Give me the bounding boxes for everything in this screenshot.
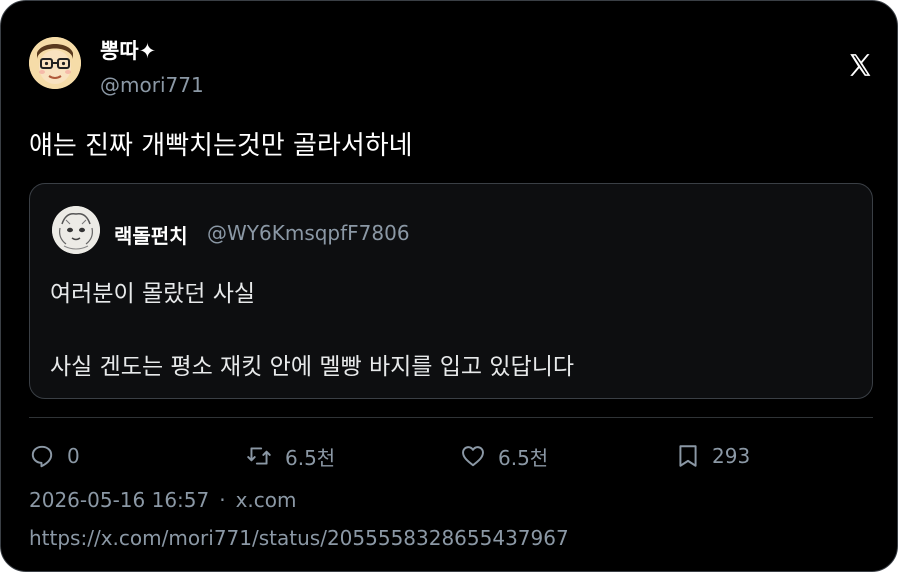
tweet-url[interactable]: https://x.com/mori771/status/20555583286… [29, 526, 569, 550]
quoted-tweet[interactable]: 랙돌펀치 @WY6KmsqpfF7806 여러분이 몰랐던 사실 사실 겐도는 … [29, 183, 873, 399]
quoted-text-line-1: 여러분이 몰랐던 사실 [50, 281, 256, 307]
reply-button[interactable]: 0 [29, 441, 80, 471]
meta-separator: · [219, 488, 226, 512]
timestamp[interactable]: 2026-05-16 16:57 [29, 488, 209, 512]
repost-count: 6.5천 [285, 445, 336, 470]
quoted-text-line-2: 사실 겐도는 평소 재킷 안에 멜빵 바지를 입고 있답니다 [50, 354, 575, 380]
repost-button[interactable]: 6.5천 [245, 441, 335, 471]
bookmark-count: 293 [712, 444, 751, 468]
bookmark-button[interactable]: 293 [676, 441, 750, 471]
author-avatar[interactable] [29, 37, 81, 89]
heart-icon [462, 446, 484, 467]
cartoon-face-icon [29, 37, 81, 89]
x-logo-icon[interactable] [847, 52, 873, 78]
reply-count: 0 [67, 444, 80, 468]
quoted-handle: @WY6KmsqpfF7806 [207, 221, 410, 245]
tweet-card: 뽕따✦ @mori771 얘는 진짜 개빡치는것만 골라서하네 랙돌펀치 @WY… [0, 0, 898, 572]
divider [29, 417, 873, 418]
author-display-name[interactable]: 뽕따✦ [100, 35, 156, 65]
quoted-display-name: 랙돌펀치 [114, 224, 188, 248]
reply-icon [31, 445, 53, 468]
like-button[interactable]: 6.5천 [460, 441, 548, 471]
author-handle[interactable]: @mori771 [100, 73, 204, 97]
sketched-animal-icon [52, 206, 100, 254]
source-link[interactable]: x.com [236, 488, 297, 512]
like-count: 6.5천 [498, 445, 549, 470]
quoted-author-avatar[interactable] [52, 206, 100, 254]
tweet-meta: 2026-05-16 16:57 · x.com [29, 488, 297, 512]
bookmark-icon [679, 445, 697, 467]
tweet-text: 얘는 진짜 개빡치는것만 골라서하네 [29, 131, 413, 161]
repost-icon [247, 447, 271, 465]
